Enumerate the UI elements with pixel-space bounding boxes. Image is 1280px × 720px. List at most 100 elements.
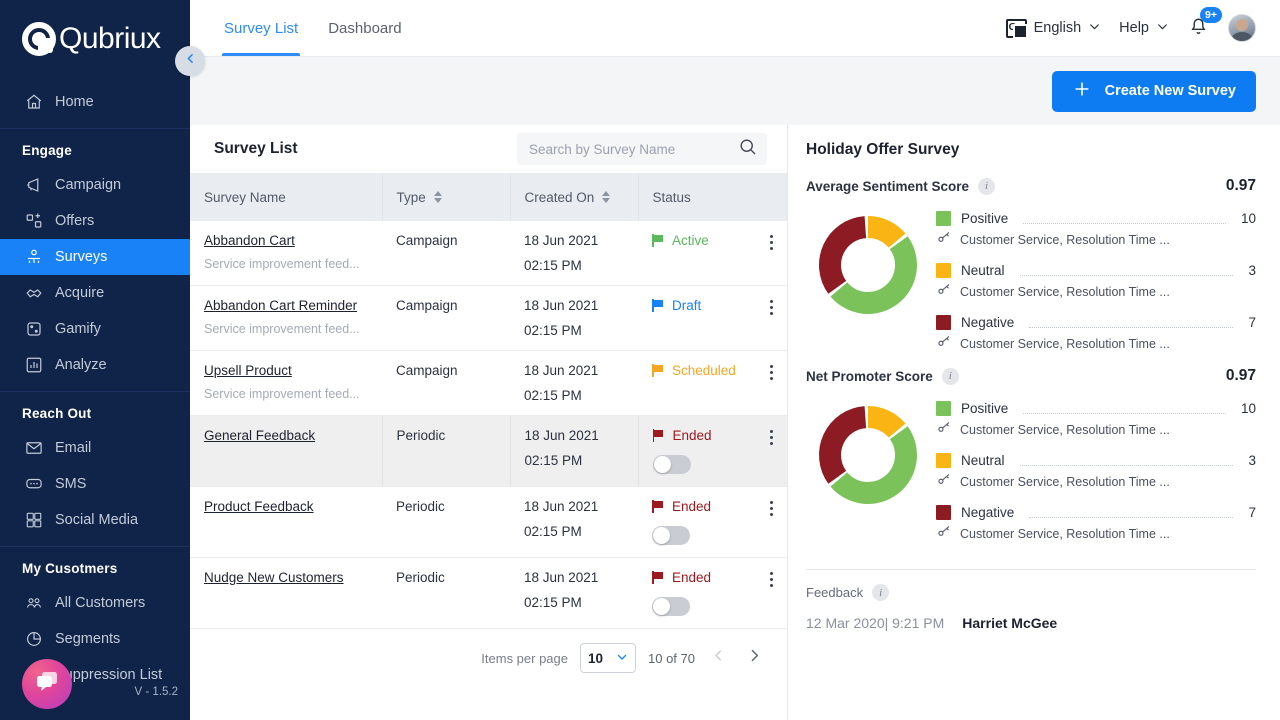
sidebar-item-email[interactable]: Email bbox=[0, 430, 190, 466]
info-icon[interactable]: i bbox=[978, 178, 995, 195]
sidebar-item-sms[interactable]: SMS bbox=[0, 466, 190, 502]
create-new-survey-label: Create New Survey bbox=[1105, 83, 1236, 99]
cell-created-on: 18 Jun 2021 02:15 PM bbox=[510, 416, 638, 487]
sidebar-item-analyze[interactable]: Analyze bbox=[0, 347, 190, 383]
created-date: 18 Jun 2021 bbox=[524, 363, 624, 378]
chat-support-button[interactable] bbox=[22, 659, 72, 709]
sidebar-item-label: Analyze bbox=[55, 357, 107, 373]
detail-divider bbox=[806, 569, 1256, 570]
sidebar-item-all-customers[interactable]: All Customers bbox=[0, 585, 190, 621]
main-area: Survey List Dashboard English Help bbox=[190, 0, 1280, 720]
google-translate-icon bbox=[1006, 19, 1027, 38]
bell-icon bbox=[1187, 24, 1210, 41]
legend-value: 7 bbox=[1248, 505, 1256, 520]
survey-name-link[interactable]: Upsell Product bbox=[204, 363, 292, 378]
status-label: Ended bbox=[673, 428, 712, 443]
legend-label: Negative bbox=[961, 315, 1014, 330]
row-menu-button[interactable] bbox=[770, 233, 773, 250]
legend-row: Negative 7 Customer Service, Resolution … bbox=[936, 315, 1256, 353]
content-area: Survey List Survey Name bbox=[190, 125, 1280, 720]
pie-chart-icon bbox=[24, 630, 43, 649]
sidebar: Qubriux Home Engage Campaign Offers bbox=[0, 0, 190, 720]
language-selector[interactable]: English bbox=[1006, 19, 1102, 38]
survey-status-toggle[interactable] bbox=[652, 597, 690, 616]
table-row[interactable]: Upsell Product Service improvement feed.… bbox=[190, 351, 787, 416]
plus-icon bbox=[1072, 79, 1092, 103]
sidebar-collapse-button[interactable] bbox=[175, 46, 205, 76]
survey-status-toggle[interactable] bbox=[652, 526, 690, 545]
sidebar-item-gamify[interactable]: Gamify bbox=[0, 311, 190, 347]
tab-dashboard[interactable]: Dashboard bbox=[326, 0, 403, 56]
column-header-survey-name: Survey Name bbox=[190, 173, 382, 221]
action-bar: Create New Survey bbox=[190, 57, 1280, 125]
sidebar-item-label: SMS bbox=[55, 476, 86, 492]
cell-survey-name: Upsell Product Service improvement feed.… bbox=[190, 351, 382, 416]
column-label: Survey Name bbox=[204, 190, 286, 205]
notifications-button[interactable]: 9+ bbox=[1187, 14, 1210, 42]
handshake-icon bbox=[24, 284, 43, 303]
sidebar-item-segments[interactable]: Segments bbox=[0, 621, 190, 657]
row-menu-button[interactable] bbox=[770, 570, 773, 587]
status-badge: Scheduled bbox=[652, 363, 770, 378]
table-row[interactable]: Abbandon Cart Reminder Service improveme… bbox=[190, 286, 787, 351]
sidebar-section-reach-out: Reach Out bbox=[0, 392, 190, 430]
column-label: Type bbox=[397, 190, 426, 205]
survey-status-toggle[interactable] bbox=[653, 455, 691, 474]
legend-dots bbox=[1020, 265, 1234, 276]
sort-created-on-button[interactable] bbox=[602, 191, 610, 203]
brand-name: Qubriux bbox=[59, 22, 161, 56]
survey-name-link[interactable]: Abbandon Cart bbox=[204, 233, 295, 248]
sidebar-item-campaign[interactable]: Campaign bbox=[0, 167, 190, 203]
row-menu-button[interactable] bbox=[770, 499, 773, 516]
sidebar-item-social-media[interactable]: Social Media bbox=[0, 502, 190, 538]
top-bar-right: English Help 9+ bbox=[1006, 14, 1256, 42]
metric-label: Net Promoter Score bbox=[806, 369, 933, 384]
help-menu[interactable]: Help bbox=[1119, 20, 1169, 37]
cell-type: Campaign bbox=[382, 221, 510, 286]
survey-name-link[interactable]: General Feedback bbox=[204, 428, 315, 443]
table-row[interactable]: General Feedback Periodic 18 Jun 2021 02… bbox=[190, 416, 787, 487]
survey-name-link[interactable]: Product Feedback bbox=[204, 499, 314, 514]
table-row[interactable]: Nudge New Customers Periodic 18 Jun 2021… bbox=[190, 558, 787, 629]
sort-type-button[interactable] bbox=[434, 191, 442, 203]
sidebar-item-offers[interactable]: Offers bbox=[0, 203, 190, 239]
search-input[interactable] bbox=[529, 142, 738, 157]
legend-row: Neutral 3 Customer Service, Resolution T… bbox=[936, 453, 1256, 491]
info-icon[interactable]: i bbox=[942, 368, 959, 385]
key-icon bbox=[937, 283, 952, 301]
create-new-survey-button[interactable]: Create New Survey bbox=[1052, 71, 1256, 112]
survey-list-header: Survey List bbox=[190, 125, 787, 173]
info-icon[interactable]: i bbox=[872, 584, 889, 601]
row-menu-button[interactable] bbox=[770, 363, 773, 380]
sentiment-donut-chart bbox=[814, 401, 922, 509]
avatar[interactable] bbox=[1228, 14, 1256, 42]
legend-tags: Customer Service, Resolution Time ... bbox=[960, 475, 1170, 489]
status-badge: Ended bbox=[652, 570, 770, 585]
metric-header: Average Sentiment Score i 0.97 bbox=[806, 177, 1256, 195]
sidebar-item-acquire[interactable]: Acquire bbox=[0, 275, 190, 311]
tab-survey-list[interactable]: Survey List bbox=[222, 0, 300, 56]
sidebar-item-home[interactable]: Home bbox=[0, 84, 190, 120]
cell-survey-name: Abbandon Cart Reminder Service improveme… bbox=[190, 286, 382, 351]
row-menu-button[interactable] bbox=[770, 428, 773, 445]
items-per-page-select[interactable]: 10 bbox=[580, 643, 636, 673]
chat-support-icon bbox=[34, 670, 60, 699]
created-date: 18 Jun 2021 bbox=[524, 298, 624, 313]
chevron-down-icon bbox=[1156, 20, 1169, 37]
search-box[interactable] bbox=[517, 133, 767, 165]
survey-name-link[interactable]: Nudge New Customers bbox=[204, 570, 344, 585]
brand-logo[interactable]: Qubriux bbox=[0, 0, 190, 78]
prev-page-button[interactable] bbox=[707, 648, 730, 668]
sidebar-item-surveys[interactable]: Surveys bbox=[0, 239, 190, 275]
table-row[interactable]: Abbandon Cart Service improvement feed..… bbox=[190, 221, 787, 286]
search-icon[interactable] bbox=[738, 137, 757, 161]
panel-title: Survey List bbox=[214, 140, 298, 158]
chevron-down-icon bbox=[1088, 20, 1101, 37]
survey-name-link[interactable]: Abbandon Cart Reminder bbox=[204, 298, 357, 313]
next-page-button[interactable] bbox=[742, 647, 767, 669]
sidebar-item-label: Home bbox=[55, 94, 94, 110]
row-menu-button[interactable] bbox=[770, 298, 773, 315]
legend-dots bbox=[1023, 213, 1226, 224]
table-row[interactable]: Product Feedback Periodic 18 Jun 2021 02… bbox=[190, 487, 787, 558]
status-label: Scheduled bbox=[672, 363, 736, 378]
